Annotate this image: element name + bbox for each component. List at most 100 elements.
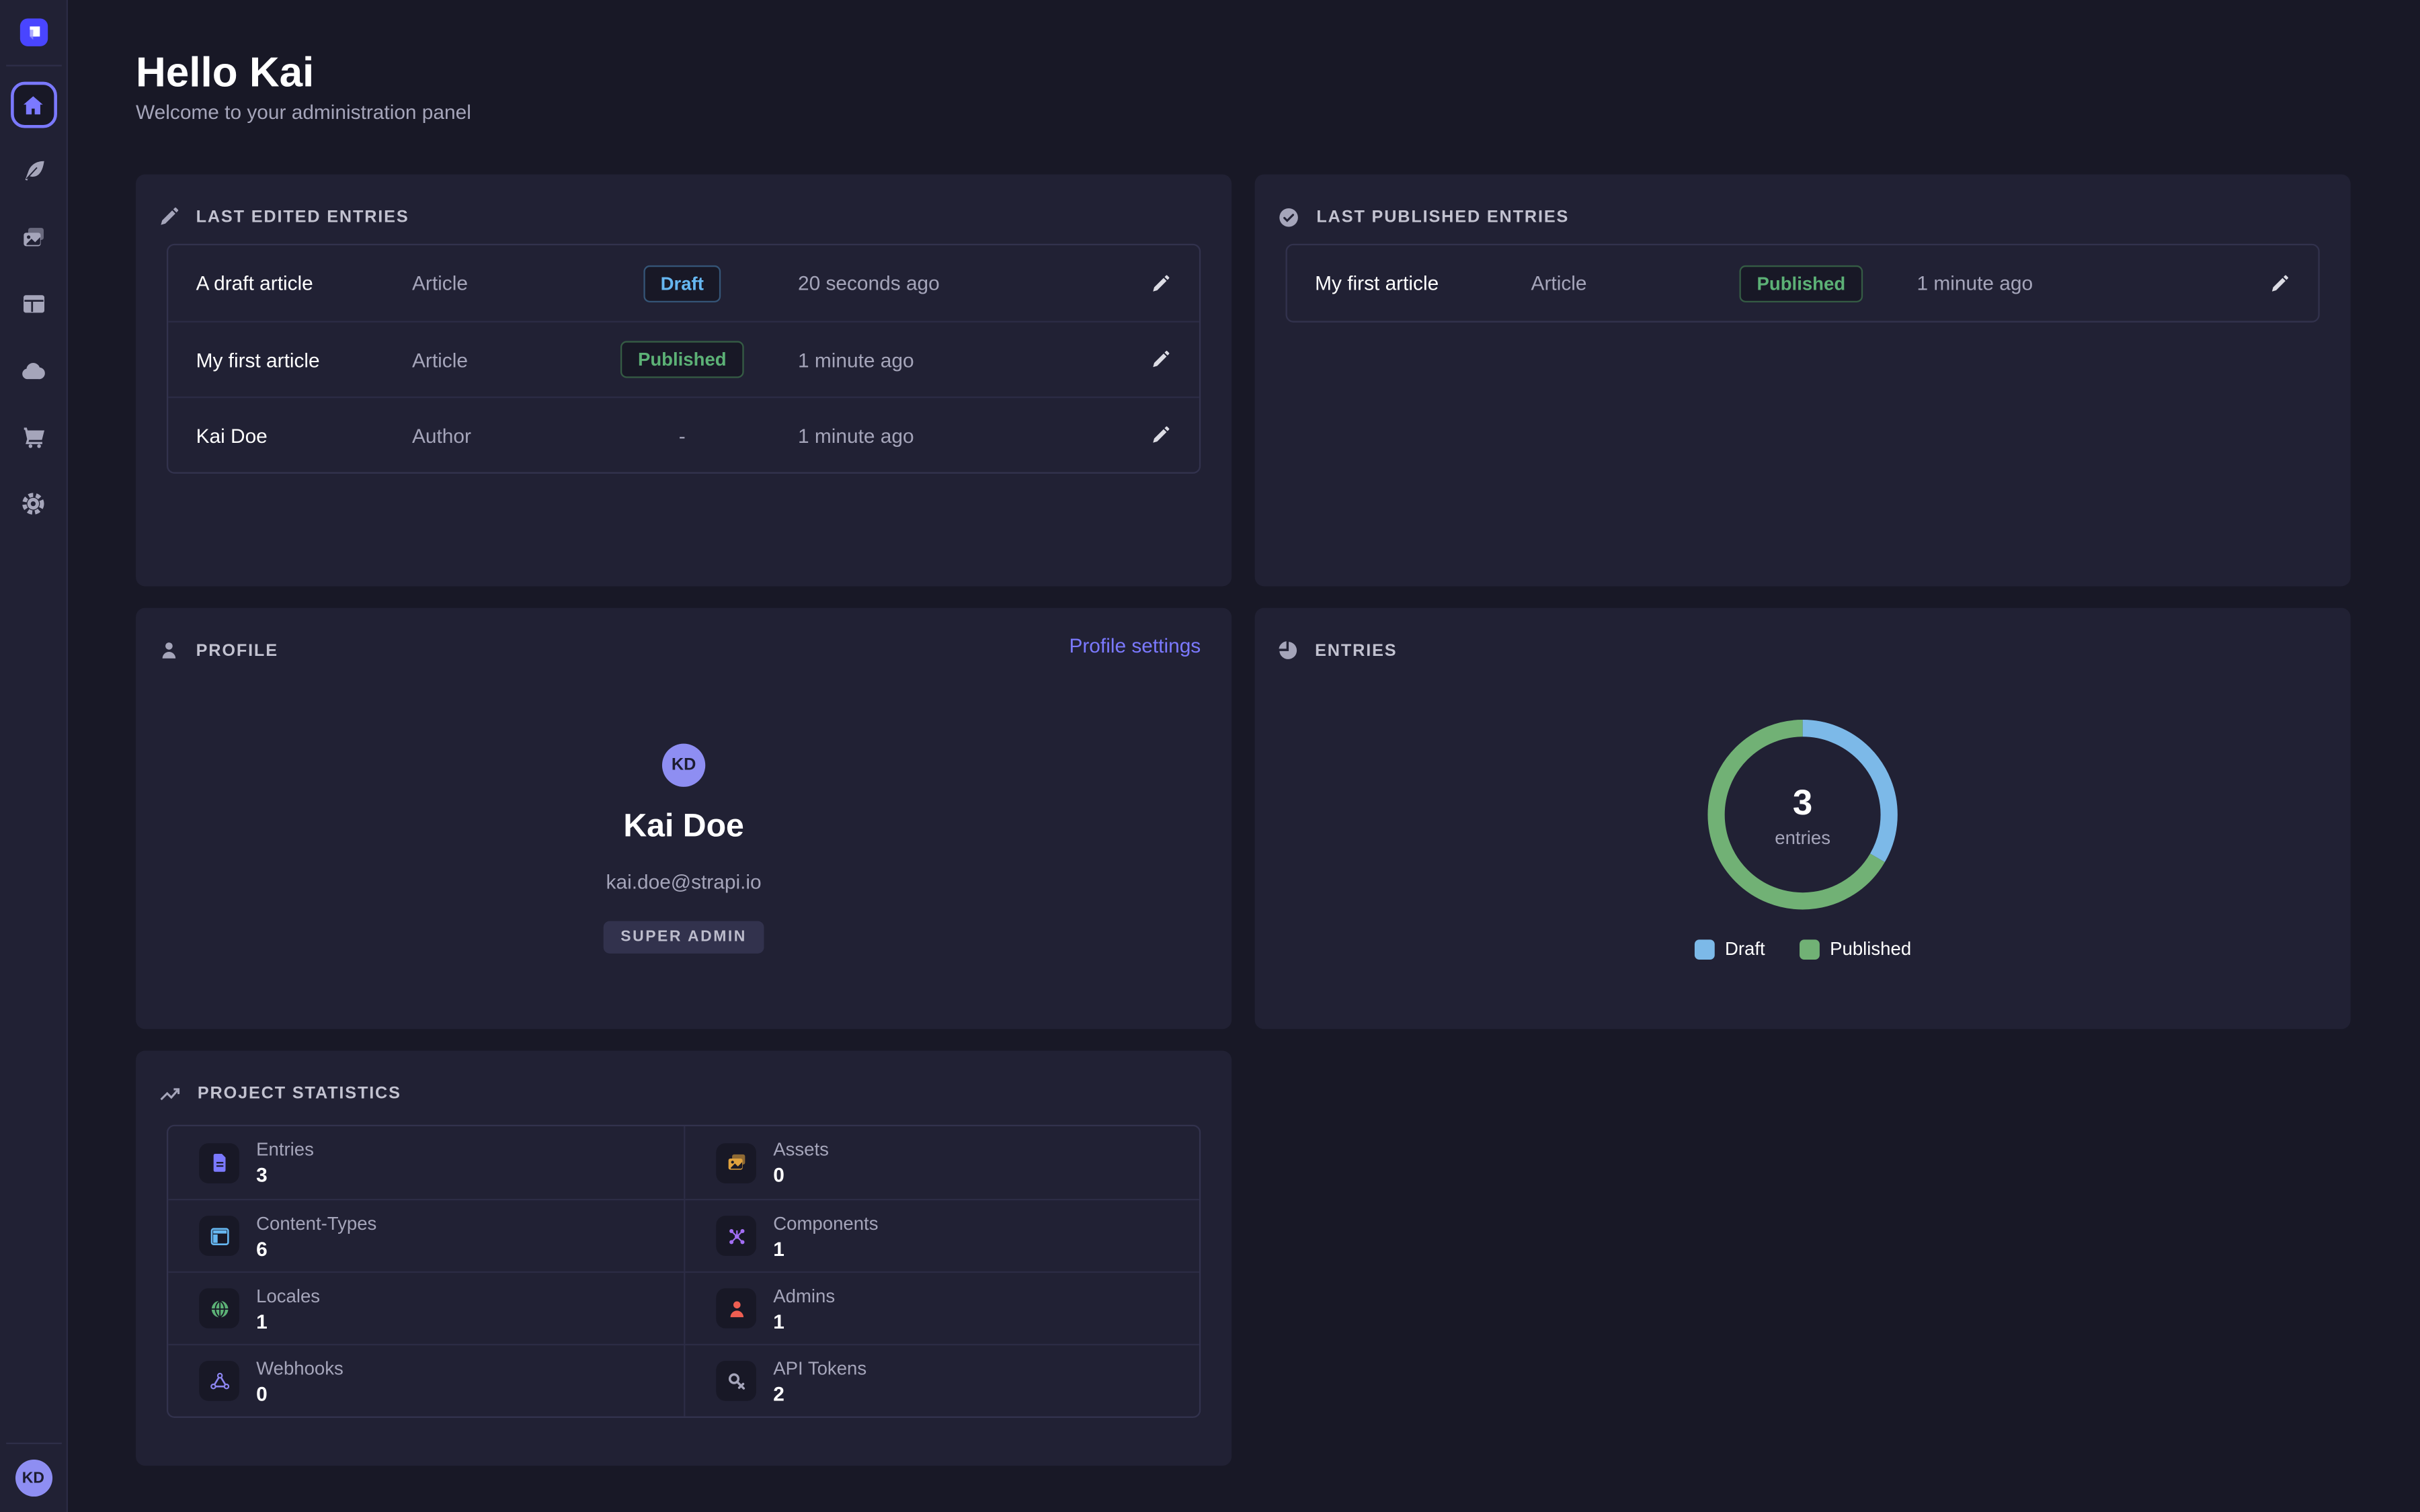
edit-entry-button[interactable] bbox=[1119, 424, 1172, 446]
card-title: LAST PUBLISHED ENTRIES bbox=[1316, 208, 1569, 227]
webhook-icon bbox=[199, 1361, 239, 1401]
status-badge: Published bbox=[621, 341, 743, 378]
entry-time: 1 minute ago bbox=[1917, 271, 2210, 294]
stat-value: 0 bbox=[773, 1163, 829, 1186]
stat-api-tokens: API Tokens 2 bbox=[684, 1344, 1199, 1417]
person-icon bbox=[157, 639, 180, 662]
gear-icon bbox=[19, 489, 48, 518]
stat-value: 1 bbox=[773, 1309, 835, 1332]
legend-label: Published bbox=[1830, 938, 1911, 960]
entry-kind: Article bbox=[412, 348, 567, 371]
edit-entry-button[interactable] bbox=[2238, 272, 2290, 294]
layout-icon bbox=[199, 1216, 239, 1256]
sidebar-user-avatar[interactable]: KD bbox=[15, 1460, 52, 1497]
pencil-icon bbox=[1150, 424, 1171, 446]
stat-value: 2 bbox=[773, 1382, 866, 1404]
stat-label: Admins bbox=[773, 1284, 835, 1306]
document-icon bbox=[199, 1142, 239, 1183]
stat-value: 0 bbox=[256, 1382, 344, 1404]
sidebar-item-media-library[interactable] bbox=[10, 214, 56, 261]
edit-entry-button[interactable] bbox=[1119, 272, 1172, 294]
sidebar-item-content-type-builder[interactable] bbox=[10, 281, 56, 327]
stat-label: Webhooks bbox=[256, 1357, 344, 1378]
sidebar-item-settings[interactable] bbox=[10, 480, 56, 526]
sidebar: KD bbox=[0, 0, 68, 1512]
project-statistics-card: PROJECT STATISTICS Entries 3 Assets 0 bbox=[136, 1051, 1232, 1466]
sidebar-bottom: KD bbox=[0, 1443, 67, 1512]
pencil-icon bbox=[1150, 272, 1171, 294]
chart-legend: Draft Published bbox=[1255, 938, 2351, 960]
feather-icon bbox=[19, 157, 47, 185]
entry-time: 20 seconds ago bbox=[798, 271, 1091, 294]
last-edited-entries-card: LAST EDITED ENTRIES A draft article Arti… bbox=[136, 174, 1232, 586]
status-badge: - bbox=[679, 423, 686, 446]
stat-locales: Locales 1 bbox=[168, 1271, 684, 1344]
sidebar-item-content-manager[interactable] bbox=[10, 148, 56, 194]
card-title: ENTRIES bbox=[1315, 641, 1397, 660]
sidebar-item-deploy[interactable] bbox=[10, 347, 56, 394]
profile-avatar: KD bbox=[662, 744, 705, 787]
last-published-entries-card: LAST PUBLISHED ENTRIES My first article … bbox=[1255, 174, 2351, 586]
stat-admins: Admins 1 bbox=[684, 1271, 1199, 1344]
pie-icon bbox=[1277, 639, 1299, 662]
pictures-icon bbox=[716, 1142, 756, 1183]
profile-body: KD Kai Doe kai.doe@strapi.io SUPER ADMIN bbox=[136, 744, 1232, 954]
cloud-icon bbox=[19, 355, 48, 385]
pencil-icon bbox=[2269, 272, 2290, 294]
entry-title: My first article bbox=[1315, 271, 1531, 294]
stat-label: Entries bbox=[256, 1138, 314, 1160]
stat-label: Locales bbox=[256, 1284, 320, 1306]
entry-time: 1 minute ago bbox=[798, 348, 1091, 371]
table-row[interactable]: Kai Doe Author - 1 minute ago bbox=[168, 396, 1199, 472]
table-row[interactable]: My first article Article Published 1 min… bbox=[1287, 245, 2318, 321]
profile-name: Kai Doe bbox=[623, 808, 744, 845]
legend-item-draft: Draft bbox=[1694, 938, 1765, 960]
legend-item-published: Published bbox=[1799, 938, 1911, 960]
entry-time: 1 minute ago bbox=[798, 423, 1091, 446]
images-icon bbox=[19, 224, 47, 251]
entry-title: My first article bbox=[196, 348, 412, 371]
card-title: PROFILE bbox=[196, 641, 278, 660]
profile-card: PROFILE Profile settings KD Kai Doe kai.… bbox=[136, 608, 1232, 1030]
entry-title: Kai Doe bbox=[196, 423, 412, 446]
stat-value: 3 bbox=[256, 1163, 314, 1186]
table-row[interactable]: A draft article Article Draft 20 seconds… bbox=[168, 245, 1199, 321]
stat-label: Content-Types bbox=[256, 1212, 376, 1233]
entries-donut-chart: 3 entries bbox=[1695, 707, 1910, 923]
sidebar-item-home[interactable] bbox=[10, 82, 56, 128]
sidebar-divider bbox=[5, 65, 61, 66]
published-swatch bbox=[1799, 939, 1819, 959]
card-title: LAST EDITED ENTRIES bbox=[196, 208, 409, 226]
sidebar-nav bbox=[10, 82, 56, 526]
stat-label: Assets bbox=[773, 1138, 829, 1160]
edit-entry-button[interactable] bbox=[1119, 349, 1172, 370]
stat-label: Components bbox=[773, 1212, 878, 1233]
profile-email: kai.doe@strapi.io bbox=[606, 870, 762, 893]
stat-label: API Tokens bbox=[773, 1357, 866, 1378]
entries-total: 3 bbox=[1793, 782, 1812, 823]
home-icon bbox=[20, 92, 46, 118]
draft-swatch bbox=[1694, 939, 1714, 959]
page-subtitle: Welcome to your administration panel bbox=[136, 100, 471, 123]
profile-settings-link[interactable]: Profile settings bbox=[1069, 634, 1201, 657]
last-edited-table: A draft article Article Draft 20 seconds… bbox=[167, 244, 1201, 474]
stat-content-types: Content-Types 6 bbox=[168, 1199, 684, 1271]
check-circle-icon bbox=[1277, 205, 1301, 230]
stat-value: 6 bbox=[256, 1236, 376, 1259]
donut-center: 3 entries bbox=[1695, 707, 1910, 923]
last-published-table: My first article Article Published 1 min… bbox=[1285, 244, 2319, 323]
card-title: PROJECT STATISTICS bbox=[198, 1085, 401, 1103]
entry-title: A draft article bbox=[196, 271, 412, 294]
entry-kind: Author bbox=[412, 423, 567, 446]
stat-components: Components 1 bbox=[684, 1199, 1199, 1271]
sidebar-item-marketplace[interactable] bbox=[10, 413, 56, 460]
pencil-icon bbox=[157, 205, 180, 228]
entries-card: ENTRIES 3 entries Draft Published bbox=[1255, 608, 2351, 1030]
stat-entries: Entries 3 bbox=[168, 1126, 684, 1199]
strapi-logo-icon bbox=[23, 22, 43, 42]
strapi-logo[interactable] bbox=[19, 19, 47, 46]
entry-kind: Article bbox=[412, 271, 567, 294]
stats-grid: Entries 3 Assets 0 Content-Types bbox=[167, 1125, 1201, 1418]
table-row[interactable]: My first article Article Published 1 min… bbox=[168, 321, 1199, 396]
stat-assets: Assets 0 bbox=[684, 1126, 1199, 1199]
